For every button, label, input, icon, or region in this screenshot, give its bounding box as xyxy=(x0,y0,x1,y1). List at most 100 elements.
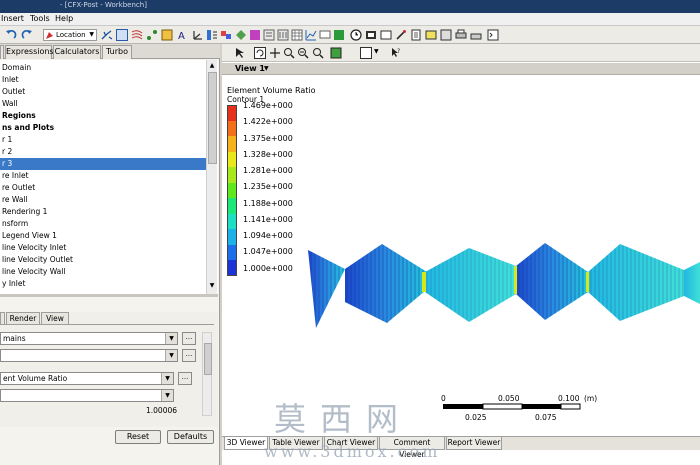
coordinate-frame-icon[interactable] xyxy=(192,29,204,41)
tree-item[interactable]: Regions xyxy=(0,110,208,122)
scroll-up-icon[interactable]: ▲ xyxy=(208,62,216,70)
scroll-down-icon[interactable]: ▼ xyxy=(208,282,216,290)
particle-track-icon[interactable] xyxy=(146,29,158,41)
zoom-icon[interactable] xyxy=(283,47,295,59)
tree-item[interactable]: nsform xyxy=(0,218,208,230)
report-icon[interactable] xyxy=(410,29,422,41)
menu-help[interactable]: Help xyxy=(55,14,73,23)
print-icon[interactable] xyxy=(455,29,467,41)
zoom-box-icon[interactable] xyxy=(297,47,309,59)
instance-transform-icon[interactable] xyxy=(220,29,232,41)
defaults-button[interactable]: Defaults xyxy=(167,430,214,444)
chart-icon[interactable] xyxy=(305,29,317,41)
tab-view[interactable]: View xyxy=(41,312,69,324)
table-icon[interactable] xyxy=(291,29,303,41)
tree-item[interactable]: y Inlet xyxy=(0,278,208,290)
tab-3d-viewer[interactable]: 3D Viewer xyxy=(224,437,268,450)
domains-browse-button[interactable]: ... xyxy=(182,332,196,345)
tree-item[interactable]: Outlet xyxy=(0,86,208,98)
tab-calculators[interactable]: Calculators xyxy=(53,45,101,59)
domains-select[interactable]: mains ▼ xyxy=(0,332,178,345)
tree-item[interactable]: line Velocity Inlet xyxy=(0,242,208,254)
volume-rendering-icon[interactable] xyxy=(161,29,173,41)
quick-editor-icon[interactable] xyxy=(380,29,392,41)
view-title: View 1 xyxy=(235,64,265,73)
details-scrollbar[interactable] xyxy=(202,332,212,416)
panel-splitter[interactable] xyxy=(0,294,218,297)
rotate-icon[interactable] xyxy=(254,47,266,59)
tree-scrollbar-thumb[interactable] xyxy=(208,72,217,164)
svg-text:?: ? xyxy=(397,48,400,55)
image-export-icon[interactable] xyxy=(425,29,437,41)
help-pointer-icon[interactable]: ? xyxy=(390,47,402,59)
location-icon xyxy=(46,32,53,39)
menu-tools[interactable]: Tools xyxy=(30,14,50,23)
tab-turbo[interactable]: Turbo xyxy=(102,45,132,59)
text-icon[interactable]: A xyxy=(178,29,190,42)
tab-outline-partial[interactable] xyxy=(0,45,4,59)
locations-browse-button[interactable]: ... xyxy=(182,349,196,362)
location-dropdown[interactable]: Location ▼ xyxy=(43,29,97,41)
tree-item[interactable]: line Velocity Wall xyxy=(0,266,208,278)
main-toolbar: Location ▼ A xyxy=(0,26,700,44)
expression-icon[interactable] xyxy=(277,29,289,41)
vector-icon[interactable] xyxy=(101,29,113,41)
undo-icon[interactable] xyxy=(5,29,17,41)
locations-select[interactable]: ▼ xyxy=(0,349,178,362)
view-selector[interactable]: View 1 ▼ xyxy=(222,63,700,75)
redo-icon[interactable] xyxy=(21,29,33,41)
3d-viewport[interactable]: Element Volume Ratio Contour 1 1.469e+00… xyxy=(222,76,700,436)
streamline-icon[interactable] xyxy=(131,29,143,41)
tab-report-viewer[interactable]: Report Viewer xyxy=(446,437,502,450)
print-preview-icon[interactable] xyxy=(470,29,482,41)
tab-expressions[interactable]: Expressions xyxy=(5,45,54,59)
save-icon[interactable] xyxy=(440,29,452,41)
clip-plane-icon[interactable] xyxy=(235,29,247,41)
variable-browse-button[interactable]: ... xyxy=(178,372,192,385)
details-scrollbar-thumb[interactable] xyxy=(204,343,212,375)
tree-item[interactable]: r 1 xyxy=(0,134,208,146)
tree-item[interactable]: re Outlet xyxy=(0,182,208,194)
tree-item[interactable]: r 3 xyxy=(0,158,208,170)
tree-item[interactable]: Wall xyxy=(0,98,208,110)
fit-view-icon[interactable] xyxy=(330,47,342,59)
viewport-layout-icon[interactable] xyxy=(360,47,372,59)
tab-render[interactable]: Render xyxy=(6,312,40,324)
chevron-down-icon: ▼ xyxy=(165,350,177,361)
contour-icon[interactable] xyxy=(116,29,128,41)
outline-tab-bar: Expressions Calculators Turbo xyxy=(0,44,220,59)
chevron-down-icon[interactable]: ▼ xyxy=(264,65,269,72)
tab-geometry-partial[interactable] xyxy=(0,312,5,324)
scale-bar-segment xyxy=(560,403,581,410)
tree-item[interactable]: ns and Plots xyxy=(0,122,208,134)
animation-icon[interactable] xyxy=(365,29,377,41)
range-select[interactable]: ▼ xyxy=(0,389,174,402)
color-map-icon[interactable] xyxy=(249,29,261,41)
calculator-icon[interactable] xyxy=(333,29,345,41)
variable-icon[interactable] xyxy=(263,29,275,41)
tree-item[interactable]: Inlet xyxy=(0,74,208,86)
tree-scrollbar[interactable]: ▲ ▼ xyxy=(206,60,217,294)
variable-select[interactable]: ent Volume Ratio ▼ xyxy=(0,372,174,385)
chevron-down-icon[interactable]: ▼ xyxy=(374,48,379,55)
timestep-icon[interactable] xyxy=(350,29,362,41)
command-editor-icon[interactable] xyxy=(487,29,499,41)
tree-item[interactable]: line Velocity Outlet xyxy=(0,254,208,266)
tree-item[interactable]: r 2 xyxy=(0,146,208,158)
chevron-down-icon: ▼ xyxy=(89,31,94,38)
tree-item[interactable]: re Inlet xyxy=(0,170,208,182)
menu-insert[interactable]: Insert xyxy=(1,14,24,23)
tree-item[interactable]: Domain xyxy=(0,62,208,74)
reset-button[interactable]: Reset xyxy=(115,430,161,444)
mesh-segment-6 xyxy=(684,262,700,304)
pan-icon[interactable] xyxy=(269,47,281,59)
tree-item[interactable]: re Wall xyxy=(0,194,208,206)
probe-icon[interactable] xyxy=(395,29,407,41)
legend-icon[interactable] xyxy=(206,29,218,41)
chevron-down-icon: ▼ xyxy=(161,390,173,401)
zoom-fit-icon[interactable] xyxy=(312,47,324,59)
select-icon[interactable] xyxy=(234,47,246,59)
comment-icon[interactable] xyxy=(319,29,331,41)
tree-item[interactable]: Legend View 1 xyxy=(0,230,208,242)
tree-item[interactable]: Rendering 1 xyxy=(0,206,208,218)
